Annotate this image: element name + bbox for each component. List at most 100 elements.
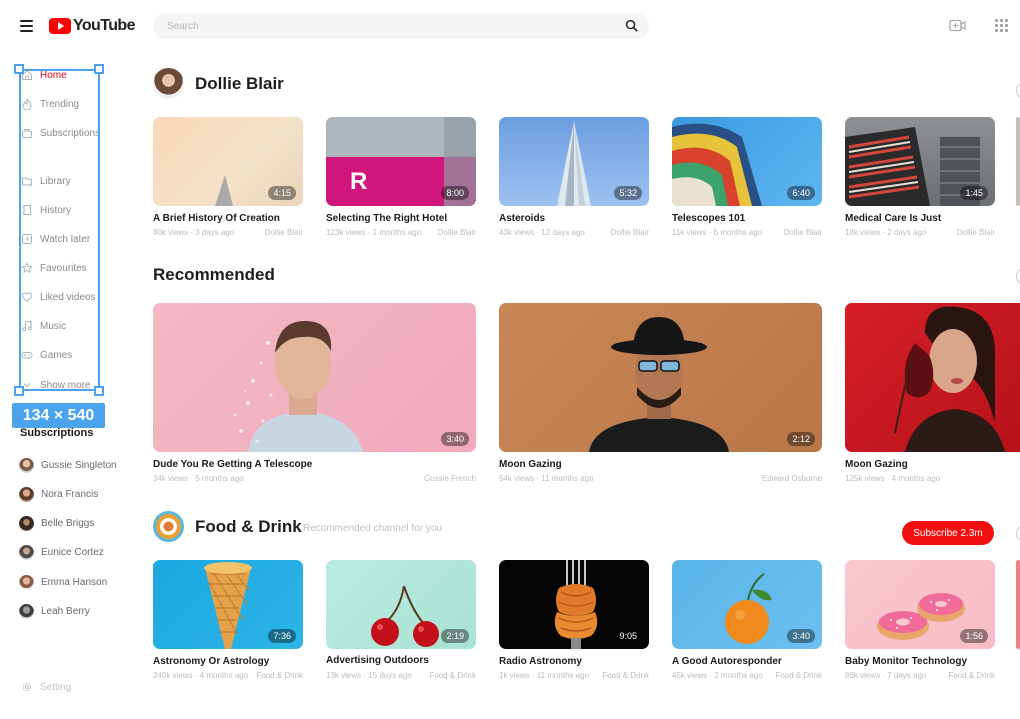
video-card[interactable]: 2:19 Advertising Outdoors 13k views · 15… <box>326 560 476 685</box>
video-channel[interactable]: Dollie Blair <box>611 228 649 237</box>
video-title[interactable]: Moon Gazing <box>499 459 562 470</box>
video-duration: 4:15 <box>268 186 296 200</box>
video-thumbnail[interactable]: 2:19 <box>326 560 476 649</box>
scroll-arrow-icon[interactable] <box>1016 84 1020 97</box>
video-channel[interactable]: Gussie French <box>424 474 476 483</box>
video-channel[interactable]: Dollie Blair <box>438 228 476 237</box>
video-title[interactable]: Astronomy Or Astrology <box>153 656 269 667</box>
video-card[interactable]: 7:36 Astronomy Or Astrology 240k views ·… <box>153 560 303 685</box>
avatar <box>19 544 34 560</box>
video-meta: 43k views · 12 days ago <box>499 228 585 237</box>
video-title[interactable]: A Good Autoresponder <box>672 656 782 667</box>
video-thumbnail[interactable]: 1:45 <box>845 117 995 206</box>
channel-avatar[interactable] <box>153 511 184 542</box>
video-duration: 1:45 <box>960 186 988 200</box>
svg-text:R: R <box>350 168 367 195</box>
video-channel[interactable]: Dollie Blair <box>957 228 995 237</box>
menu-icon[interactable] <box>20 20 33 32</box>
video-card[interactable]: 1:45 Medical Care Is Just 18k views · 2 … <box>845 117 995 242</box>
subscription-name: Emma Hanson <box>41 576 108 588</box>
video-duration: 3:40 <box>441 432 469 446</box>
youtube-play-icon <box>49 18 71 34</box>
video-thumbnail[interactable]: 9:05 <box>499 560 649 649</box>
video-channel[interactable]: Edward Osborne <box>762 474 822 483</box>
search-input[interactable] <box>153 13 593 39</box>
video-meta: 11k views · 6 months ago <box>672 228 763 237</box>
video-channel[interactable]: Food & Drink <box>948 671 995 680</box>
video-title[interactable]: Medical Care Is Just <box>845 213 941 224</box>
subscription-item[interactable]: Eunice Cortez <box>19 544 104 560</box>
video-thumbnail[interactable]: 6:40 <box>672 117 822 206</box>
subscription-item[interactable]: Nora Francis <box>19 486 98 502</box>
subscription-item[interactable]: Gussie Singleton <box>19 457 117 473</box>
video-title[interactable]: Telescopes 101 <box>672 213 745 224</box>
video-card[interactable]: 3:40 A Good Autoresponder 45k views · 2 … <box>672 560 822 685</box>
video-card[interactable]: 3:40 Dude You Re Getting A Telescope 34k… <box>153 303 476 488</box>
resize-handle[interactable] <box>94 64 104 74</box>
scroll-arrow-icon[interactable] <box>1016 270 1020 283</box>
video-thumbnail-partial[interactable] <box>1016 560 1020 649</box>
video-channel[interactable]: Food & Drink <box>256 671 303 680</box>
video-channel[interactable]: Food & Drink <box>775 671 822 680</box>
video-thumbnail[interactable]: 3:40 <box>672 560 822 649</box>
video-duration: 2:12 <box>787 432 815 446</box>
video-thumbnail[interactable]: 1:56 <box>845 560 995 649</box>
subscription-name: Gussie Singleton <box>41 459 117 471</box>
video-title[interactable]: A Brief History Of Creation <box>153 213 280 224</box>
selection-box[interactable] <box>19 69 100 391</box>
video-card[interactable]: 6:40 Telescopes 101 11k views · 6 months… <box>672 117 822 242</box>
video-card[interactable]: 5:32 Asteroids 43k views · 12 days ago D… <box>499 117 649 242</box>
avatar <box>19 515 34 531</box>
video-channel[interactable]: Dollie Blair <box>784 228 822 237</box>
video-card[interactable]: 1:56 Baby Monitor Technology 86k views ·… <box>845 560 995 685</box>
scroll-arrow-icon[interactable] <box>1016 527 1020 540</box>
video-duration: 5:32 <box>614 186 642 200</box>
video-card[interactable]: Moon Gazing 125k views · 4 months ago <box>845 303 1020 488</box>
video-meta: 86k views · 7 days ago <box>845 671 927 680</box>
thumbnail-image <box>589 317 729 452</box>
sidebar-item-setting[interactable]: Setting <box>21 679 71 695</box>
video-thumbnail[interactable]: 7:36 <box>153 560 303 649</box>
section-title[interactable]: Food & Drink <box>195 517 302 537</box>
video-duration: 8:00 <box>441 186 469 200</box>
subscription-name: Eunice Cortez <box>41 546 104 558</box>
subscription-item[interactable]: Belle Briggs <box>19 515 94 531</box>
video-title[interactable]: Asteroids <box>499 213 545 224</box>
video-thumbnail[interactable] <box>845 303 1020 452</box>
video-channel[interactable]: Dollie Blair <box>265 228 303 237</box>
video-card[interactable]: 2:12 Moon Gazing 54k views · 11 months a… <box>499 303 822 488</box>
video-title[interactable]: Radio Astronomy <box>499 656 582 667</box>
search-icon[interactable] <box>625 19 638 32</box>
video-channel[interactable]: Food & Drink <box>429 671 476 680</box>
video-thumbnail[interactable]: 2:12 <box>499 303 822 452</box>
section-title[interactable]: Dollie Blair <box>195 74 284 94</box>
subscription-item[interactable]: Emma Hanson <box>19 574 107 590</box>
video-thumbnail-partial[interactable] <box>1016 117 1020 206</box>
apps-grid-icon[interactable] <box>995 19 1008 32</box>
resize-handle[interactable] <box>14 64 24 74</box>
video-thumbnail[interactable]: 3:40 <box>153 303 476 452</box>
resize-handle[interactable] <box>94 386 104 396</box>
youtube-logo[interactable]: YouTube <box>49 16 135 36</box>
video-title[interactable]: Dude You Re Getting A Telescope <box>153 459 312 470</box>
channel-avatar[interactable] <box>153 68 184 99</box>
video-title[interactable]: Baby Monitor Technology <box>845 656 967 667</box>
video-thumbnail[interactable]: 4:15 <box>153 117 303 206</box>
thumbnail-image <box>894 306 1005 452</box>
video-thumbnail[interactable]: 5:32 <box>499 117 649 206</box>
video-title[interactable]: Advertising Outdoors <box>326 655 429 666</box>
video-card[interactable]: 4:15 A Brief History Of Creation 80k vie… <box>153 117 303 242</box>
video-card[interactable]: R 8:00 Selecting The Right Hotel 123k vi… <box>326 117 476 242</box>
video-thumbnail[interactable]: R 8:00 <box>326 117 476 206</box>
video-card[interactable]: 9:05 Radio Astronomy 1k views · 11 month… <box>499 560 649 685</box>
subscribe-button[interactable]: Subscribe 2.3m <box>902 521 994 545</box>
video-channel[interactable]: Food & Drink <box>602 671 649 680</box>
video-title[interactable]: Selecting The Right Hotel <box>326 213 447 224</box>
video-meta: 54k views · 11 months ago <box>499 474 594 483</box>
search-bar[interactable] <box>153 13 649 39</box>
video-duration: 7:36 <box>268 629 296 643</box>
create-video-icon[interactable] <box>949 19 966 32</box>
video-title[interactable]: Moon Gazing <box>845 459 908 470</box>
subscription-item[interactable]: Leah Berry <box>19 603 90 619</box>
resize-handle[interactable] <box>14 386 24 396</box>
